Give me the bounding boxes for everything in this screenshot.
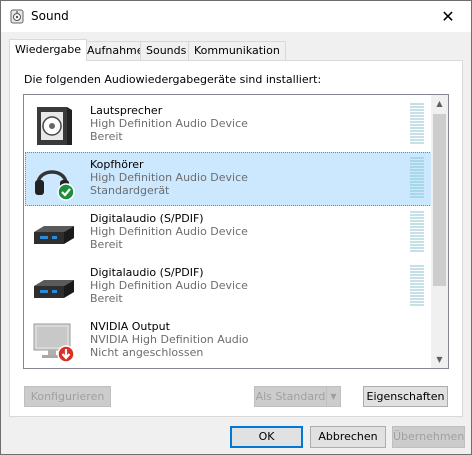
digital-audio-icon: [34, 226, 74, 244]
volume-meter: [410, 157, 424, 201]
device-item-kopfhoerer[interactable]: Kopfhörer High Definition Audio Device S…: [25, 152, 432, 206]
title-bar: Sound ✕: [1, 1, 471, 32]
device-driver: High Definition Audio Device: [90, 171, 248, 184]
scroll-thumb[interactable]: [433, 114, 446, 286]
device-status: Bereit: [90, 130, 123, 143]
properties-button[interactable]: Eigenschaften: [363, 386, 448, 407]
scroll-down-icon[interactable]: ▼: [431, 351, 448, 368]
device-status: Standardgerät: [90, 184, 170, 197]
device-item-digitalaudio-2[interactable]: Digitalaudio (S/PDIF) High Definition Au…: [25, 260, 432, 314]
monitor-icon: [33, 323, 75, 363]
close-icon: ✕: [441, 7, 455, 26]
apply-button[interactable]: Übernehmen: [392, 426, 465, 448]
digital-audio-icon: [34, 280, 74, 298]
device-name: Kopfhörer: [90, 158, 144, 171]
window-title: Sound: [31, 9, 69, 23]
tab-sounds[interactable]: Sounds: [140, 41, 193, 60]
close-button[interactable]: ✕: [425, 1, 471, 32]
instruction-text: Die folgenden Audiowiedergabegeräte sind…: [24, 73, 322, 86]
device-name: NVIDIA Output: [90, 320, 170, 333]
speaker-icon: [37, 107, 72, 145]
device-status: Nicht angeschlossen: [90, 346, 204, 359]
volume-meter: [410, 265, 424, 309]
tab-wiedergabe[interactable]: Wiedergabe: [9, 39, 88, 61]
playback-panel: Die folgenden Audiowiedergabegeräte sind…: [9, 60, 463, 417]
device-name: Lautsprecher: [90, 104, 163, 117]
device-driver: High Definition Audio Device: [90, 279, 248, 292]
volume-meter: [410, 211, 424, 255]
set-default-button[interactable]: Als Standard: [254, 386, 327, 407]
device-name: Digitalaudio (S/PDIF): [90, 266, 204, 279]
cancel-button[interactable]: Abbrechen: [310, 426, 386, 448]
device-item-digitalaudio-1[interactable]: Digitalaudio (S/PDIF) High Definition Au…: [25, 206, 432, 260]
device-status: Bereit: [90, 292, 123, 305]
tab-kommunikation[interactable]: Kommunikation: [188, 41, 286, 60]
device-driver: High Definition Audio Device: [90, 117, 248, 130]
device-item-nvidia-output[interactable]: NVIDIA Output NVIDIA High Definition Aud…: [25, 314, 432, 368]
device-list-scrollbar[interactable]: ▲ ▼: [431, 95, 448, 368]
set-default-dropdown[interactable]: ▼: [326, 386, 341, 407]
configure-button[interactable]: Konfigurieren: [24, 386, 111, 407]
chevron-down-icon: ▼: [330, 392, 337, 401]
device-driver: High Definition Audio Device: [90, 225, 248, 238]
device-item-lautsprecher[interactable]: Lautsprecher High Definition Audio Devic…: [25, 98, 432, 152]
speaker-app-icon: [10, 9, 24, 24]
default-checkmark-icon: [57, 183, 75, 201]
device-status: Bereit: [90, 238, 123, 251]
scroll-up-icon[interactable]: ▲: [431, 95, 448, 112]
headphones-icon: [35, 170, 75, 201]
device-driver: NVIDIA High Definition Audio: [90, 333, 249, 346]
sound-dialog: Sound ✕ Wiedergabe Aufnahme Sounds Kommu…: [0, 0, 472, 455]
ok-button[interactable]: OK: [230, 426, 303, 448]
volume-meter: [410, 103, 424, 147]
device-name: Digitalaudio (S/PDIF): [90, 212, 204, 225]
device-list[interactable]: Lautsprecher High Definition Audio Devic…: [23, 94, 449, 369]
